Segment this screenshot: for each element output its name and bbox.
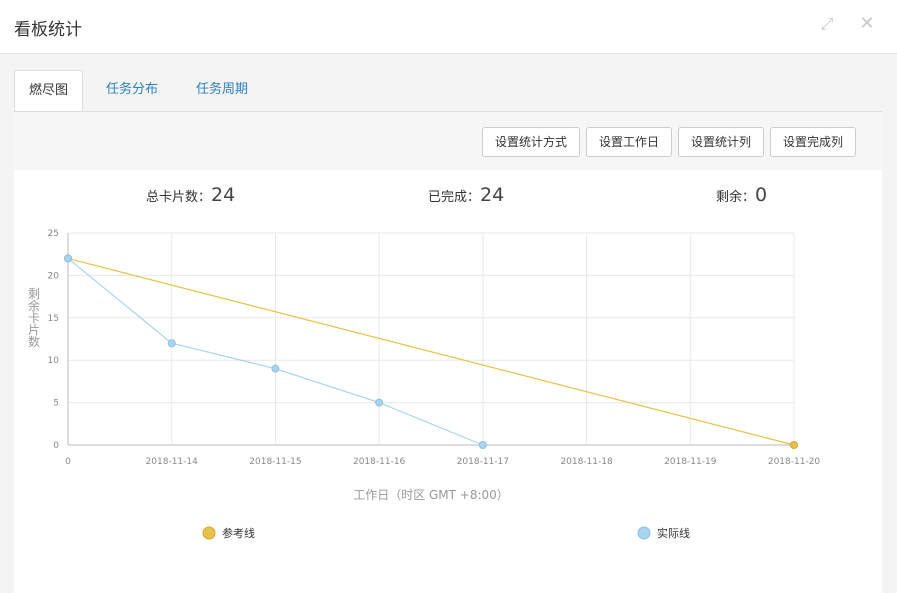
series-point-0 — [790, 441, 798, 449]
set-stat-column-button[interactable]: 设置统计列 — [678, 127, 765, 157]
series-point-1 — [167, 339, 176, 348]
x-tick-label: 2018-11-18 — [560, 457, 613, 467]
dialog-header: 看板统计 ⤢ ✕ — [0, 0, 897, 54]
legend-marker-0 — [202, 526, 216, 540]
series-point-1 — [271, 364, 280, 373]
legend-label-0: 参考线 — [222, 526, 255, 540]
series-point-1 — [375, 398, 384, 407]
expand-icon[interactable]: ⤢ — [816, 13, 838, 35]
series-point-1 — [478, 441, 487, 449]
tab-task-distribution[interactable]: 任务分布 — [106, 70, 158, 112]
x-tick-label: 2018-11-20 — [768, 457, 821, 467]
tab-task-cycle[interactable]: 任务周期 — [196, 70, 248, 112]
burndown-panel: 总卡片数：24 已完成：24 剩余：0 0 5 10 15 20 25 0 2018-11-1… — [14, 170, 882, 593]
y-axis-title: 剩余卡片数 — [28, 287, 40, 349]
legend-label-1: 实际线 — [657, 526, 690, 540]
close-icon[interactable]: ✕ — [856, 13, 878, 35]
set-done-column-button[interactable]: 设置完成列 — [770, 127, 857, 157]
series-point-1 — [64, 254, 72, 263]
x-tick-label: 2018-11-16 — [353, 457, 406, 467]
y-tick-label: 10 — [48, 356, 60, 366]
set-stat-method-button[interactable]: 设置统计方式 — [482, 127, 581, 157]
dialog-title: 看板统计 — [14, 20, 82, 40]
y-tick-label: 20 — [48, 271, 60, 281]
y-tick-label: 25 — [48, 229, 59, 239]
x-tick-label: 2018-11-14 — [146, 457, 199, 467]
x-tick-label: 2018-11-17 — [457, 457, 509, 467]
x-axis-title: 工作日（时区 GMT +8:00） — [353, 488, 509, 502]
legend-marker-1 — [637, 526, 651, 540]
tab-burndown[interactable]: 燃尽图 — [14, 70, 84, 112]
y-tick-label: 5 — [53, 399, 59, 409]
x-tick-label: 2018-11-19 — [664, 457, 717, 467]
set-workday-button[interactable]: 设置工作日 — [586, 127, 673, 157]
toolbar: 设置统计方式 设置工作日 设置统计列 设置完成列 — [14, 112, 882, 170]
y-tick-label: 15 — [48, 314, 59, 324]
series-line-0 — [67, 257, 795, 446]
x-tick-label: 0 — [65, 457, 71, 467]
y-tick-label: 0 — [53, 441, 59, 451]
burndown-chart: 0 5 10 15 20 25 0 2018-11-14 2018-11-15 2018-11-1… — [28, 229, 821, 540]
x-tick-label: 2018-11-15 — [249, 457, 301, 467]
